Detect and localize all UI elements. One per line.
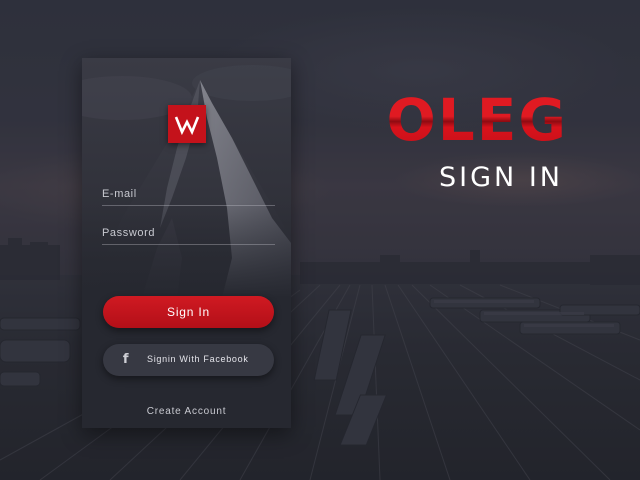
password-field[interactable] — [102, 217, 275, 245]
w-logo-icon — [168, 105, 206, 143]
email-field[interactable] — [102, 178, 275, 206]
page-subtitle: SIGN IN — [439, 162, 563, 193]
facebook-icon: f — [122, 352, 130, 367]
sign-in-button[interactable]: Sign In — [103, 296, 274, 328]
brand-title: OLEG — [358, 84, 568, 156]
facebook-signin-label: Signin With Facebook — [147, 354, 249, 364]
create-account-link[interactable]: Create Account — [82, 406, 291, 417]
password-input[interactable] — [102, 217, 275, 244]
login-card: Sign In f Signin With Facebook Create Ac… — [82, 58, 291, 428]
email-input[interactable] — [102, 178, 275, 205]
facebook-signin-button[interactable]: f Signin With Facebook — [103, 344, 274, 376]
